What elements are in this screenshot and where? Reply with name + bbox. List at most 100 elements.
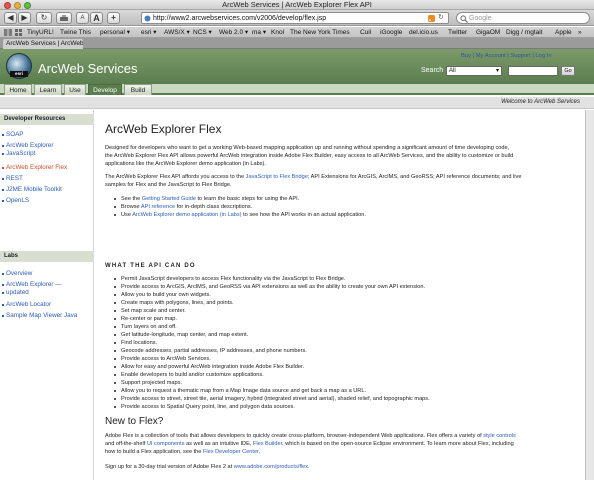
address-bar[interactable]: http://www2.arcwebservices.com/v2006/dev…	[141, 12, 449, 24]
list-item: Enable developers to build and/or custom…	[114, 371, 571, 379]
reload-url-icon[interactable]: ↻	[438, 13, 444, 21]
tab-develop[interactable]: Develop	[88, 84, 122, 95]
bookmarks-bar: TinyURL! Twine This personal ▾ esri ▾ AW…	[0, 27, 594, 38]
demo-application-link[interactable]: ArcWeb Explorer demo application (in Lab…	[132, 212, 241, 218]
text: for in-depth class descriptions.	[175, 204, 253, 210]
bookmark-folder[interactable]: AWS/X ▾	[164, 27, 190, 37]
sidebar-item-sample-map-viewer-java[interactable]: Sample Map Viewer Java	[1, 312, 77, 320]
tab-home[interactable]: Home	[4, 84, 32, 95]
bookmark-item[interactable]: The New York Times	[290, 27, 350, 37]
sidebar-heading-labs: Labs	[0, 251, 94, 262]
site-search-scope-select[interactable]: All ▾	[446, 66, 502, 76]
reload-button[interactable]: ↻	[36, 12, 52, 24]
flex-builder-link[interactable]: Flex Builder	[253, 441, 282, 447]
text: Browse	[121, 204, 141, 210]
intro-line: the ArcWeb Explorer Flex API allows powe…	[105, 153, 514, 159]
add-bookmark-button[interactable]: +	[107, 12, 120, 24]
list-item: Allow you to request a thematic map from…	[114, 387, 571, 395]
list-item: Turn layers on and off.	[114, 323, 571, 331]
bookmark-item[interactable]: Apple	[555, 27, 572, 37]
rss-icon[interactable]	[428, 15, 435, 22]
bookmarks-book-icon[interactable]	[4, 29, 12, 36]
grid-icon[interactable]	[15, 29, 23, 36]
section-heading-api-can-do: WHAT THE API CAN DO	[105, 263, 196, 269]
bookmark-item[interactable]: del.icio.us	[409, 27, 438, 37]
flex-developer-center-link[interactable]: Flex Developer Center	[203, 449, 259, 455]
text: The ArcWeb Explorer Flex API affords you…	[105, 174, 245, 180]
sidebar-item-j2me-mobile-toolkit[interactable]: J2ME Mobile Toolkit	[2, 186, 62, 194]
list-item: See the Getting Started Guide to learn t…	[114, 195, 571, 203]
print-button[interactable]	[56, 12, 72, 24]
api-reference-link[interactable]: API reference	[141, 204, 175, 210]
text: to learn the basic steps for using the A…	[195, 196, 300, 202]
tab-use[interactable]: Use	[64, 84, 86, 95]
text: how to build a Flex application, see the	[105, 449, 203, 455]
sidebar-item-arcweb-explorer-updated-cont[interactable]: updated	[2, 289, 29, 297]
bookmark-item[interactable]: Digg / mgtait	[506, 27, 543, 37]
bookmark-item[interactable]: Twine This	[60, 27, 91, 37]
forward-button[interactable]: ▶	[18, 12, 31, 24]
sidebar-item-soap[interactable]: SOAP	[2, 131, 24, 139]
site-search-label: Search	[421, 67, 444, 74]
search-placeholder: Google	[469, 15, 492, 22]
esri-logo[interactable]: esri	[6, 53, 32, 79]
text-smaller-button[interactable]: A	[76, 12, 89, 24]
main-content: ArcWeb Explorer Flex Designed for develo…	[95, 110, 585, 480]
reload-icon: ↻	[40, 13, 48, 22]
logo-text: esri	[10, 71, 28, 77]
style-controls-link[interactable]: style controls	[483, 433, 516, 439]
close-window-icon[interactable]	[4, 2, 11, 9]
vertical-scrollbar[interactable]	[585, 110, 594, 480]
sidebar-item-arcweb-explorer-javascript-cont[interactable]: JavaScript	[1, 150, 35, 158]
account-links[interactable]: Buy | My Account | Support | Log In	[461, 53, 552, 59]
sidebar-item-overview[interactable]: Overview	[1, 270, 32, 278]
sidebar-item-openls[interactable]: OpenLS	[1, 197, 29, 205]
getting-started-link[interactable]: Getting Started Guide	[142, 196, 196, 202]
bookmark-item[interactable]: GigaOM	[476, 27, 500, 37]
flex-paragraph: Adobe Flex is a collection of tools that…	[105, 432, 577, 456]
bookmark-folder[interactable]: esri ▾	[141, 27, 157, 37]
sidebar-item-arcweb-locator[interactable]: ArcWeb Locator	[1, 301, 51, 309]
bookmark-item[interactable]: Twitter	[448, 27, 467, 37]
list-item: Provide access to Spatial Query point, l…	[114, 403, 571, 411]
bookmarks-overflow[interactable]: »	[578, 27, 582, 37]
list-item: Set map scale and center.	[114, 307, 571, 315]
go-button[interactable]: Go	[561, 66, 575, 76]
bookmark-folder[interactable]: ma ▾	[252, 27, 266, 37]
text: ; API Extensions for ArcGIS, ArcIMS, and…	[307, 174, 522, 180]
list-item: Permit JavaScript developers to access F…	[114, 275, 571, 283]
sidebar-item-rest[interactable]: REST	[2, 175, 23, 183]
sidebar-item-arcweb-explorer-flex[interactable]: ArcWeb Explorer Flex	[1, 164, 67, 172]
bookmark-item[interactable]: TinyURL!	[27, 27, 54, 37]
text: to see how the API works in an actual ap…	[241, 212, 366, 218]
bookmark-item[interactable]: Cuil	[360, 27, 371, 37]
list-item: Allow you to build your own widgets.	[114, 291, 571, 299]
adobe-flex-link[interactable]: www.adobe.com/products/flex	[234, 464, 308, 470]
text: .	[258, 449, 261, 455]
bookmark-item[interactable]: Knol	[271, 27, 284, 37]
sidebar-item-arcweb-explorer-javascript[interactable]: ArcWeb Explorer	[1, 142, 53, 150]
back-arrow-icon: ◀	[7, 13, 14, 22]
bookmark-folder[interactable]: NCS ▾	[193, 27, 212, 37]
bookmark-folder[interactable]: personal ▾	[100, 27, 130, 37]
text-larger-button[interactable]: A	[90, 12, 103, 24]
js-flex-bridge-link[interactable]: JavaScript to Flex Bridge	[246, 174, 308, 180]
zoom-window-icon[interactable]	[24, 2, 31, 9]
sidebar-item-arcweb-explorer-updated[interactable]: ArcWeb Explorer —	[2, 281, 62, 289]
bookmark-item[interactable]: iGoogle	[380, 27, 402, 37]
list-item: Create maps with polygons, lines, and po…	[114, 299, 571, 307]
bookmark-folder[interactable]: Web 2.0 ▾	[219, 27, 248, 37]
window-title: ArcWeb Services | ArcWeb Explorer Flex A…	[222, 0, 372, 9]
window-title-bar: ArcWeb Services | ArcWeb Explorer Flex A…	[0, 0, 594, 10]
tab-build[interactable]: Build	[124, 84, 152, 95]
tab-learn[interactable]: Learn	[34, 84, 62, 95]
web-search-field[interactable]: Google	[456, 12, 590, 24]
chevron-down-icon: ▾	[495, 68, 499, 74]
back-button[interactable]: ◀	[4, 12, 17, 24]
list-item: Geocode addresses, partial addresses, IP…	[114, 347, 571, 355]
minimize-window-icon[interactable]	[14, 2, 21, 9]
site-search-input[interactable]	[508, 66, 558, 76]
browser-tab[interactable]: ArcWeb Services | ArcWeb ...	[3, 39, 83, 49]
ui-components-link[interactable]: UI components	[147, 441, 185, 447]
page-title: ArcWeb Explorer Flex	[105, 122, 222, 136]
